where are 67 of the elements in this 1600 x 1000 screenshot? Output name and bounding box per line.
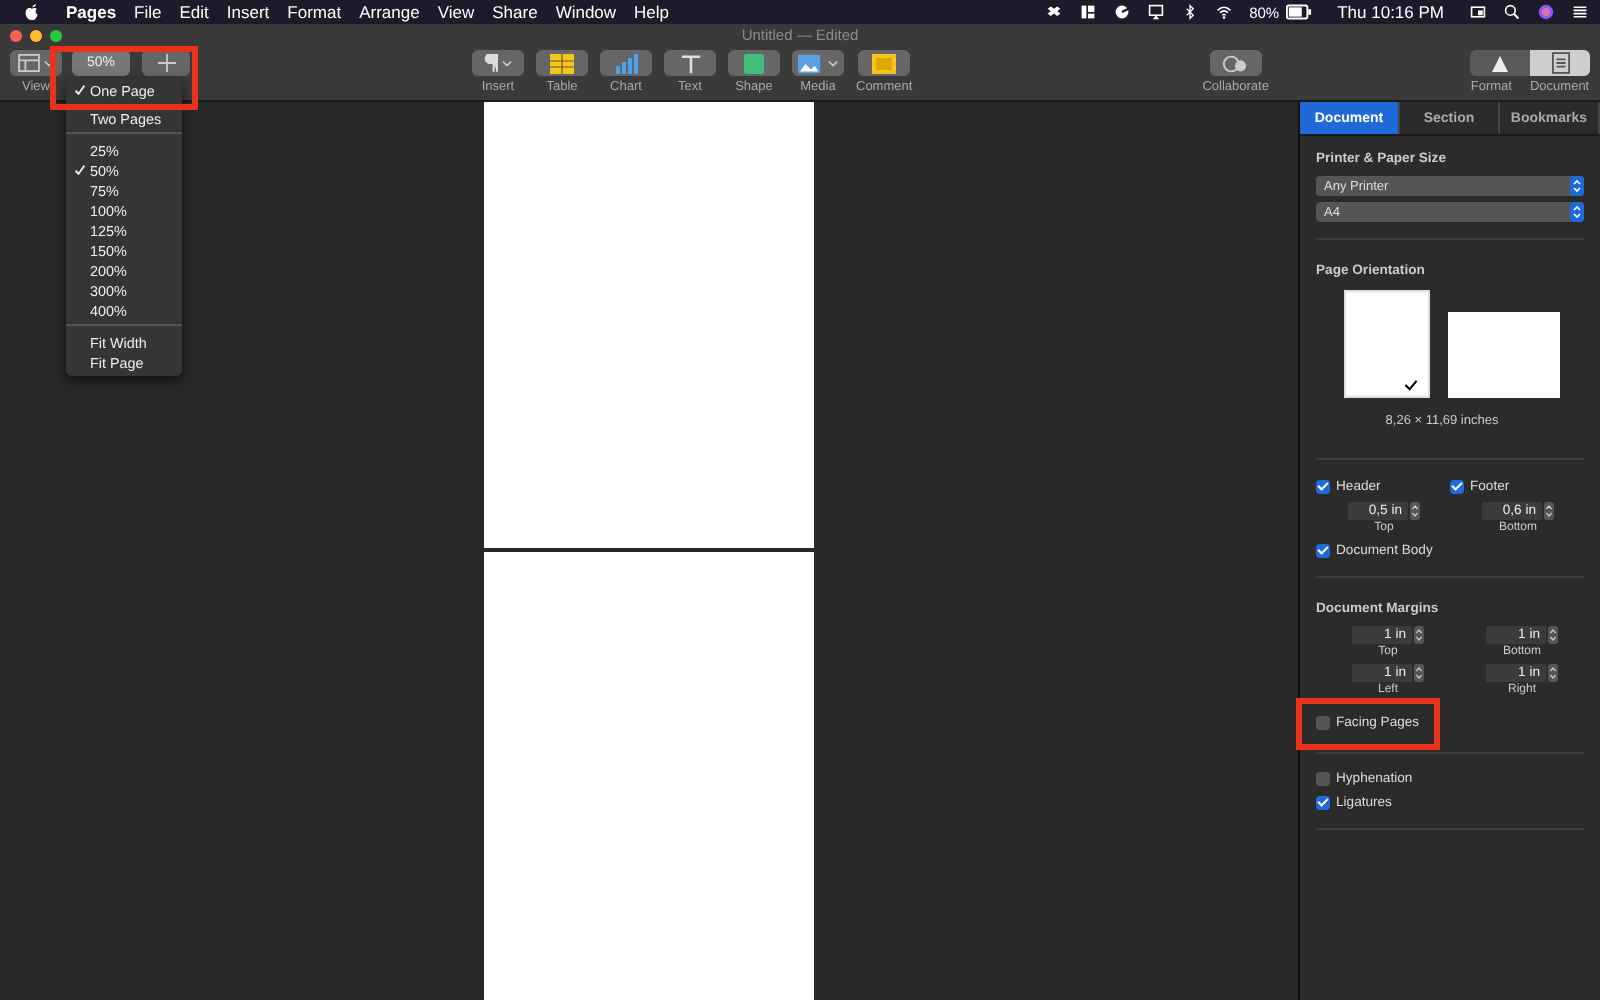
menu-item[interactable]: Share (492, 2, 538, 22)
menu-app-name[interactable]: Pages (66, 2, 117, 22)
ligatures-checkbox[interactable] (1316, 796, 1330, 810)
apple-logo-icon[interactable] (24, 2, 40, 22)
document-body-checkbox[interactable] (1316, 544, 1330, 558)
bar-chart-icon (614, 53, 638, 73)
image-icon (798, 53, 824, 73)
columns-icon[interactable] (1079, 4, 1096, 20)
table-button[interactable] (536, 50, 588, 76)
wifi-icon[interactable] (1215, 4, 1232, 20)
stepper-arrows-icon (1548, 626, 1558, 644)
menu-item[interactable]: Edit (179, 2, 209, 22)
stepper-arrows-icon (1410, 502, 1420, 520)
list-icon[interactable] (1572, 4, 1588, 20)
check-icon (1404, 378, 1418, 392)
menu-clock[interactable]: Thu 10:16 PM (1337, 2, 1444, 22)
media-button[interactable] (792, 50, 844, 76)
minimize-button[interactable] (30, 29, 42, 41)
header-checkbox[interactable] (1316, 480, 1330, 494)
footer-checkbox[interactable] (1450, 480, 1464, 494)
chart-button[interactable] (600, 50, 652, 76)
format-inspector-button[interactable] (1470, 50, 1530, 76)
up-down-arrows-icon (1570, 202, 1584, 222)
check-icon (74, 164, 86, 176)
stepper-arrows-icon (1414, 664, 1424, 682)
zoom-button[interactable] (50, 29, 62, 41)
up-down-arrows-icon (1570, 176, 1584, 196)
square-icon (744, 53, 764, 73)
add-page-button[interactable] (142, 50, 190, 76)
text-button[interactable] (664, 50, 716, 76)
orb-icon[interactable] (1538, 4, 1554, 20)
note-icon (872, 53, 897, 73)
stepper-arrows-icon (1544, 502, 1554, 520)
window-icon[interactable] (1470, 4, 1486, 20)
menu-item[interactable]: Insert (226, 2, 270, 22)
document-icon (1551, 52, 1569, 74)
menu-item[interactable]: View (437, 2, 475, 22)
facing-pages-checkbox[interactable] (1316, 716, 1330, 730)
collaborate-button[interactable] (1209, 50, 1262, 76)
plus-icon (157, 54, 175, 72)
search-icon[interactable] (1504, 4, 1520, 20)
table-icon (550, 53, 574, 73)
airplay-icon[interactable] (1147, 4, 1164, 20)
menu-item[interactable]: File (134, 2, 162, 22)
caret-icon (44, 59, 54, 67)
text-icon (679, 53, 701, 73)
paragraph-icon (484, 54, 498, 72)
check-icon (74, 84, 86, 96)
comment-button[interactable] (858, 50, 911, 76)
menu-item[interactable]: Format (287, 2, 342, 22)
shape-button[interactable] (728, 50, 780, 76)
highlight-frame (1296, 698, 1440, 750)
document-inspector-button[interactable] (1530, 50, 1590, 76)
insert-button[interactable] (472, 50, 524, 76)
caret-icon (502, 59, 512, 67)
bluetooth-icon[interactable] (1181, 4, 1198, 20)
stepper-arrows-icon (1548, 664, 1558, 682)
people-icon (1222, 53, 1249, 73)
stepper-arrows-icon (1414, 626, 1424, 644)
battery-icon[interactable] (1285, 4, 1312, 20)
layout-icon (18, 54, 40, 72)
menu-item[interactable]: Window (555, 2, 617, 22)
hyphenation-checkbox[interactable] (1316, 772, 1330, 786)
caret-icon (828, 59, 838, 67)
menu-item[interactable]: Help (634, 2, 670, 22)
menu-item[interactable]: Arrange (359, 2, 420, 22)
close-button[interactable] (10, 29, 22, 41)
